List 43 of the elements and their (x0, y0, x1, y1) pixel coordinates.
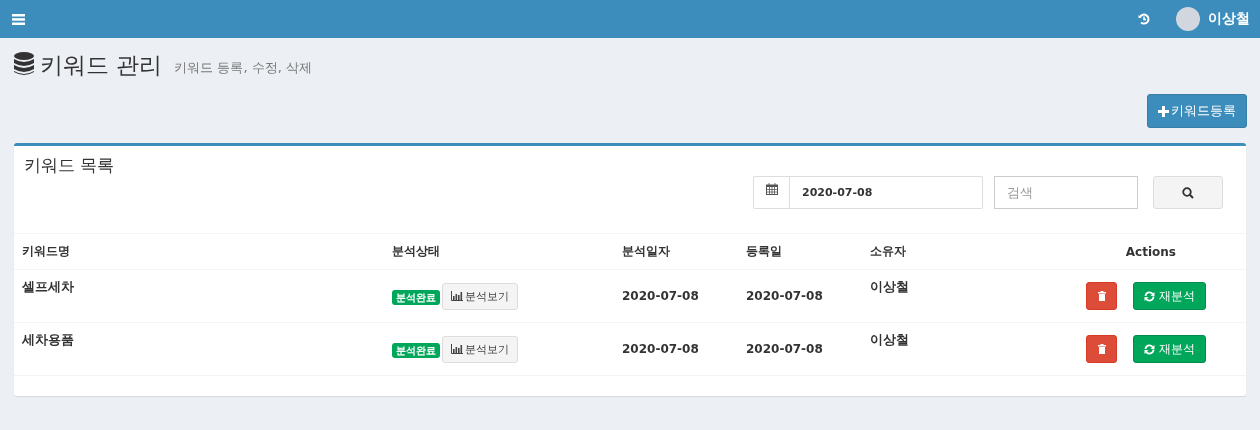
column-header: 소유자 (870, 244, 906, 258)
trash-icon (1097, 344, 1106, 354)
status-badge: 분석완료 (392, 290, 440, 305)
add-keyword-button[interactable]: 키워드등록 (1147, 94, 1247, 128)
search-field[interactable]: 검색 (994, 176, 1138, 209)
page-subtitle: 키워드 등록, 수정, 삭제 (174, 59, 312, 77)
panel-title: 키워드 목록 (24, 155, 115, 175)
table-cell: 셀프세차 (22, 279, 74, 294)
table-cell: 2020-07-08 (622, 342, 699, 356)
view-analysis-button[interactable]: 분석보기 (442, 282, 518, 310)
column-header: Actions (1125, 244, 1176, 259)
table-cell: 2020-07-08 (622, 289, 699, 303)
table-cell: 이상철 (870, 332, 909, 347)
trash-icon (1097, 291, 1106, 301)
status-badge: 분석완료 (392, 343, 440, 358)
column-header: 등록일 (746, 244, 782, 258)
view-analysis-button[interactable]: 분석보기 (442, 335, 518, 363)
delete-button[interactable] (1086, 282, 1117, 310)
page-title: 키워드 관리 (40, 51, 163, 80)
menu-icon[interactable] (12, 13, 25, 25)
user-name[interactable]: 이상철 (1208, 10, 1250, 28)
search-icon (1182, 186, 1194, 199)
table-cell: 2020-07-08 (746, 342, 823, 356)
user-avatar[interactable] (1176, 7, 1200, 31)
table-cell: 2020-07-08 (746, 289, 823, 303)
plus-icon (1158, 105, 1169, 117)
table-cell: 이상철 (870, 279, 909, 294)
search-button[interactable] (1153, 176, 1223, 209)
column-header: 키워드명 (22, 244, 70, 258)
date-field[interactable]: 2020-07-08 (753, 176, 983, 209)
column-header: 분석일자 (622, 244, 670, 258)
column-header: 분석상태 (392, 244, 440, 258)
table-cell: 세차용품 (22, 332, 74, 347)
reanalyze-button[interactable]: 재분석 (1133, 282, 1206, 310)
bar-chart-icon (451, 291, 463, 301)
bar-chart-icon (451, 344, 463, 354)
reanalyze-button[interactable]: 재분석 (1133, 335, 1206, 363)
delete-button[interactable] (1086, 335, 1117, 363)
database-icon (14, 52, 34, 76)
refresh-icon (1144, 343, 1155, 355)
refresh-icon (1144, 290, 1155, 302)
calendar-icon (765, 183, 778, 195)
history-icon[interactable] (1138, 13, 1150, 25)
